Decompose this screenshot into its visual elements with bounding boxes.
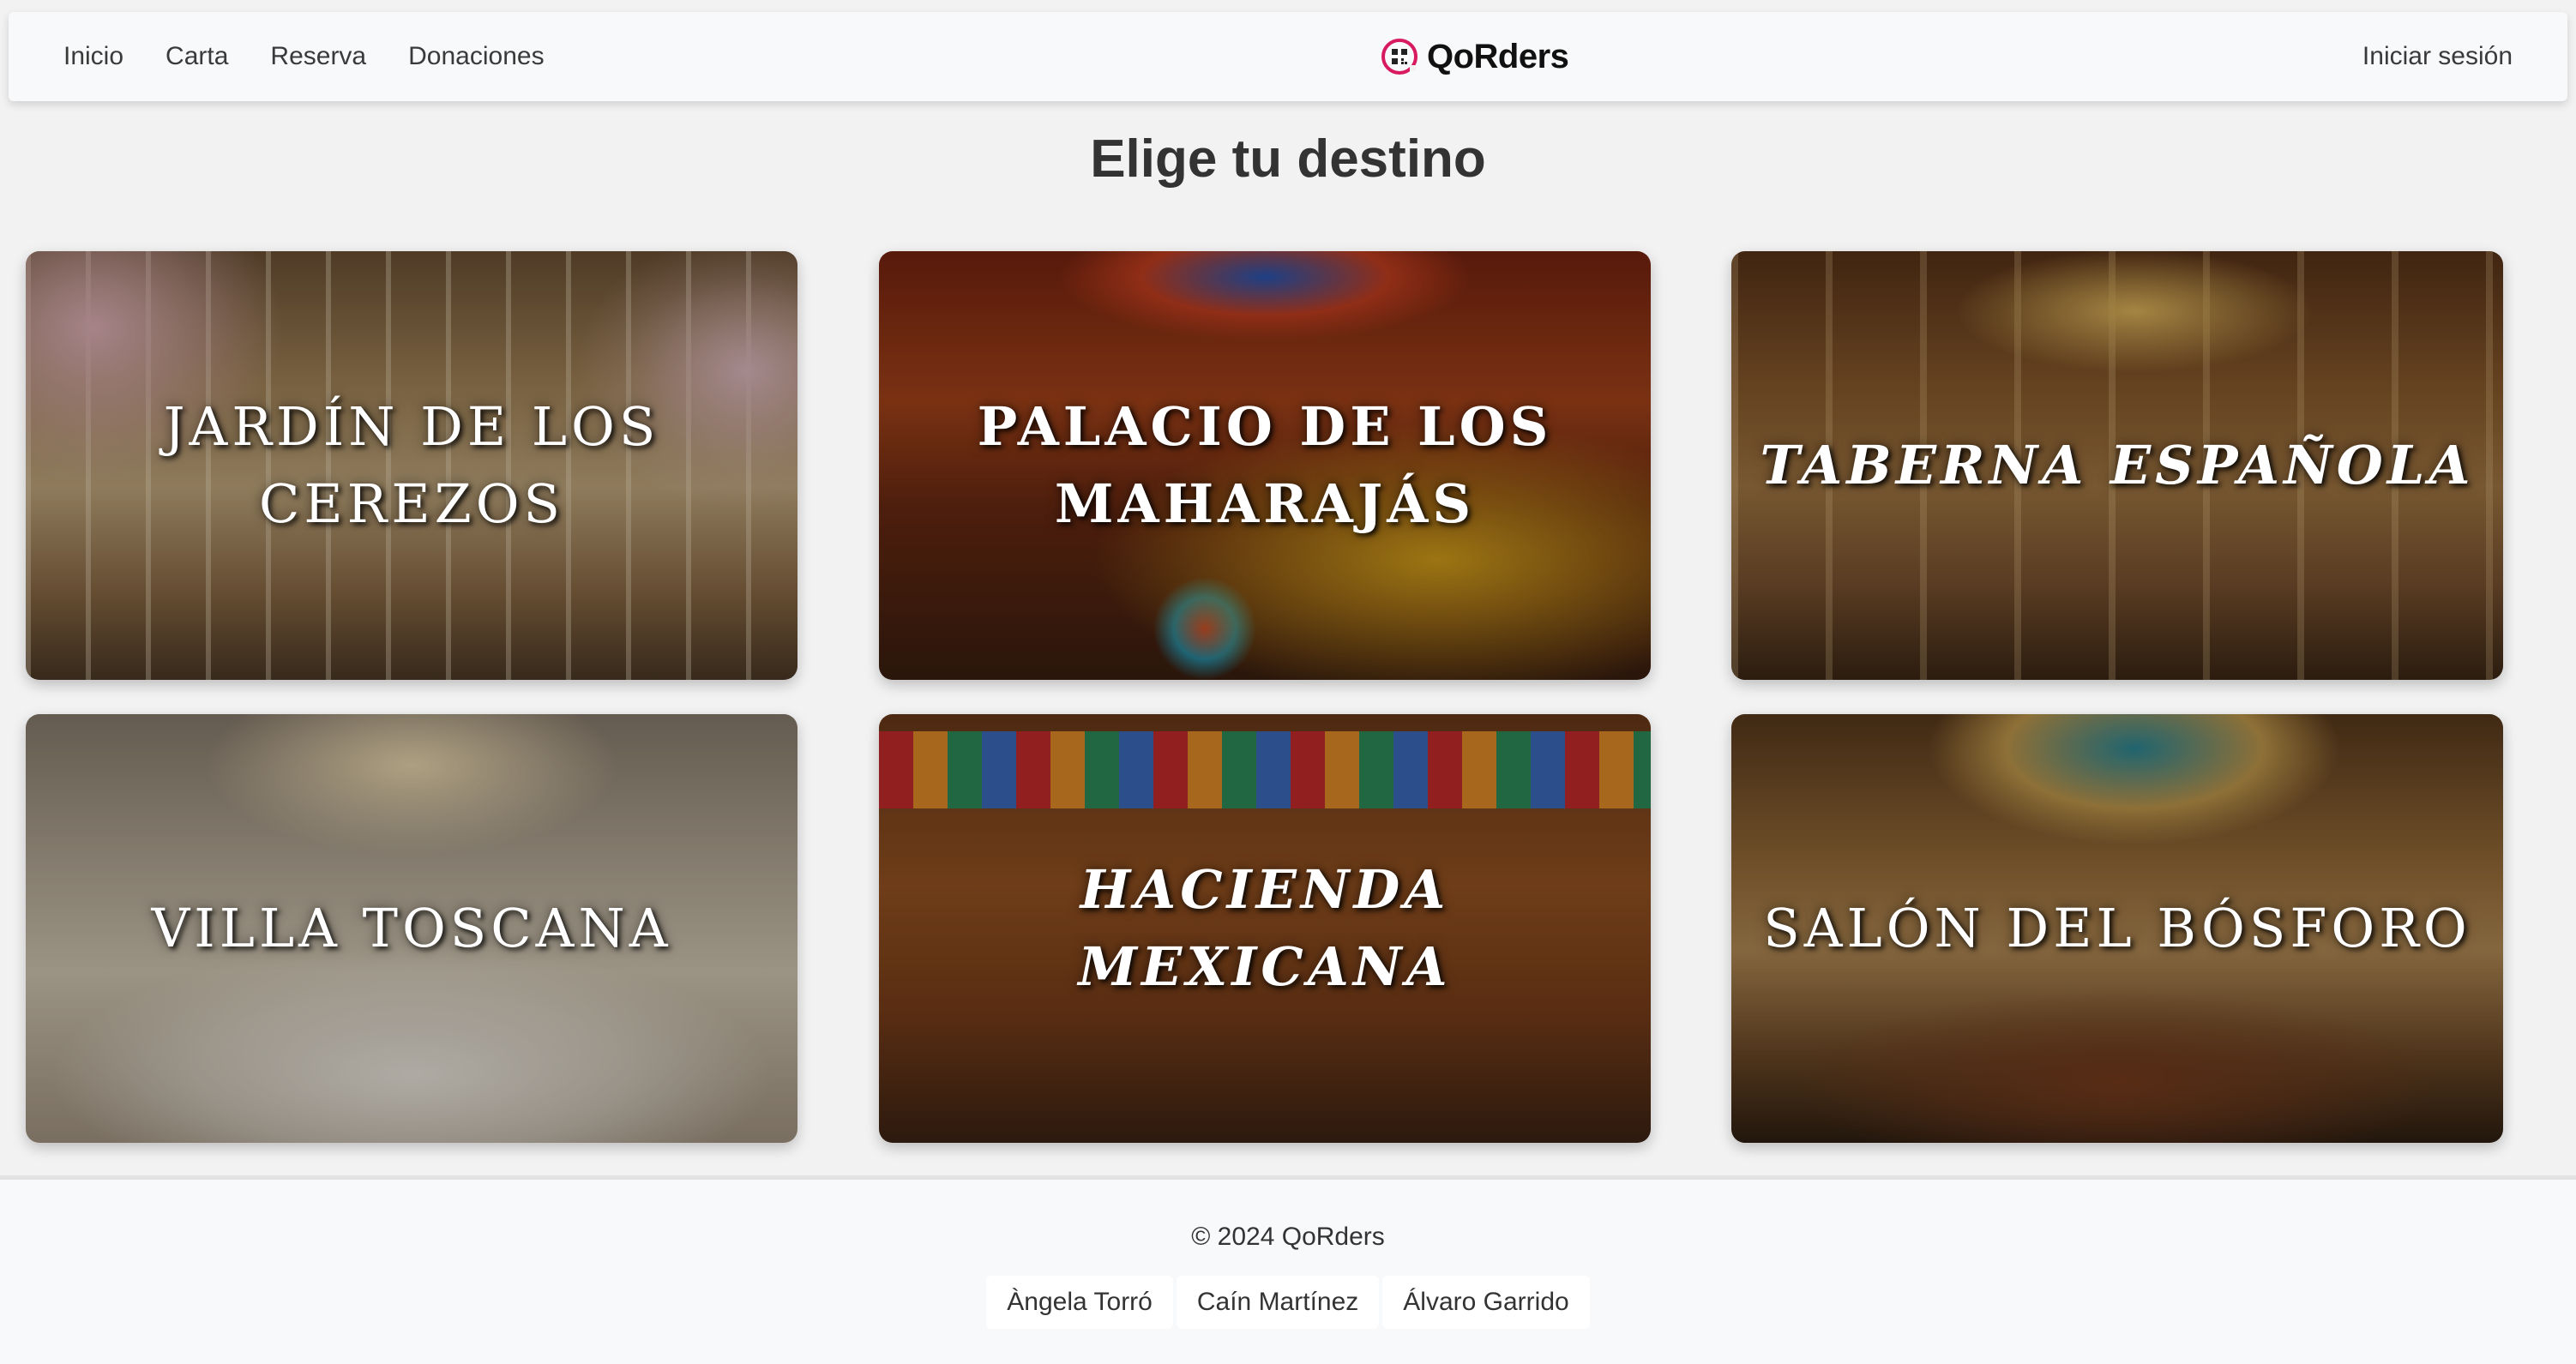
destination-card-palacio[interactable]: PALACIO DE LOS MAHARAJÁS	[879, 251, 1651, 680]
author-link[interactable]: Àngela Torró	[986, 1276, 1173, 1329]
card-title: PALACIO DE LOS MAHARAJÁS	[977, 395, 1553, 535]
card-title: HACIENDA MEXICANA	[1078, 858, 1452, 998]
copyright-text: © 2024 QoRders	[1191, 1223, 1385, 1251]
destination-card-salon[interactable]: SALÓN DEL BÓSFORO	[1731, 714, 2503, 1143]
nav-links: Inicio Carta Reserva Donaciones	[63, 12, 545, 101]
qr-logo-icon	[1381, 38, 1418, 75]
login-link[interactable]: Iniciar sesión	[2362, 12, 2513, 101]
destination-card-jardin[interactable]: JARDÍN DE LOS CEREZOS	[26, 251, 797, 680]
navbar: Inicio Carta Reserva Donaciones QoRders …	[9, 12, 2567, 101]
destination-card-hacienda[interactable]: HACIENDA MEXICANA	[879, 714, 1651, 1143]
brand-name: QoRders	[1427, 37, 1569, 75]
page-title: Elige tu destino	[1090, 129, 1486, 189]
card-title: TABERNA ESPAÑOLA	[1760, 434, 2475, 497]
author-link[interactable]: Álvaro Garrido	[1382, 1276, 1590, 1329]
nav-link-donaciones[interactable]: Donaciones	[408, 42, 544, 71]
brand-logo-link[interactable]: QoRders	[1381, 12, 1569, 101]
nav-link-reserva[interactable]: Reserva	[270, 42, 366, 71]
card-title: VILLA TOSCANA	[151, 897, 672, 960]
destination-card-taberna[interactable]: TABERNA ESPAÑOLA	[1731, 251, 2503, 680]
author-link[interactable]: Caín Martínez	[1176, 1276, 1380, 1329]
nav-link-inicio[interactable]: Inicio	[63, 42, 123, 71]
nav-link-carta[interactable]: Carta	[166, 42, 228, 71]
card-title: JARDÍN DE LOS CEREZOS	[163, 395, 660, 535]
card-title: SALÓN DEL BÓSFORO	[1763, 897, 2471, 960]
footer: © 2024 QoRders Àngela Torró Caín Martíne…	[0, 1175, 2576, 1364]
destination-card-villa[interactable]: VILLA TOSCANA	[26, 714, 797, 1143]
author-links: Àngela Torró Caín Martínez Álvaro Garrid…	[0, 1276, 2576, 1329]
